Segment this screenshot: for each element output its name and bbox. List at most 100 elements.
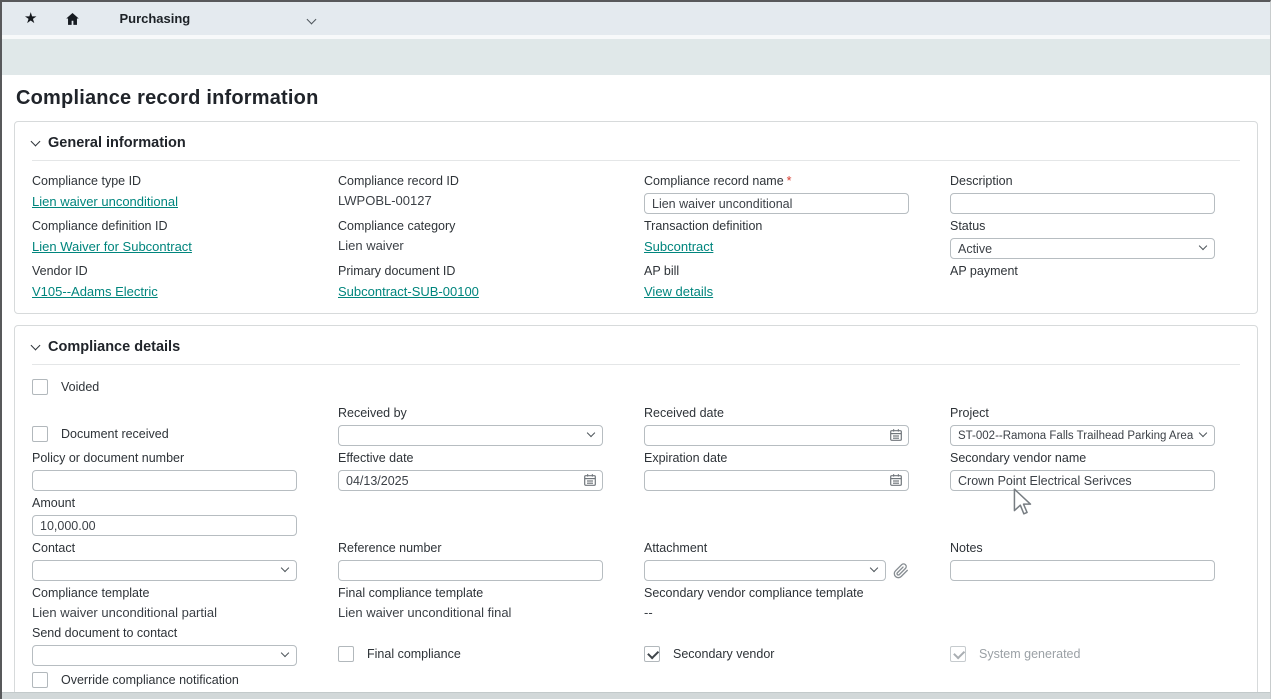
secondary-vendor-checkbox[interactable] xyxy=(644,646,660,662)
secondary-vendor-checkbox-item[interactable]: Secondary vendor xyxy=(644,626,909,662)
calendar-icon[interactable] xyxy=(583,473,597,492)
field-reference-number: Reference number xyxy=(338,541,603,581)
field-amount: Amount xyxy=(32,496,297,536)
general-information-header[interactable]: General information xyxy=(32,130,1240,161)
field-vendor-id: Vendor ID V105--Adams Electric xyxy=(32,264,297,301)
field-label: Reference number xyxy=(338,541,603,556)
field-label: Compliance record ID xyxy=(338,174,603,189)
description-input[interactable] xyxy=(950,193,1215,214)
field-label: Compliance template xyxy=(32,586,297,601)
section-title: General information xyxy=(48,135,186,151)
notes-input[interactable] xyxy=(950,560,1215,581)
voided-checkbox-item[interactable]: Voided xyxy=(32,378,297,395)
field-ap-bill: AP bill View details xyxy=(644,264,909,301)
field-received-date: Received date xyxy=(644,406,909,446)
details-row-templates: Compliance template Lien waiver uncondit… xyxy=(32,586,1240,621)
checkbox-label: Voided xyxy=(61,380,99,394)
favorite-star-icon[interactable]: ★ xyxy=(24,11,37,26)
voided-checkbox[interactable] xyxy=(32,379,48,395)
paperclip-icon[interactable] xyxy=(893,563,909,579)
compliance-type-id-link[interactable]: Lien waiver unconditional xyxy=(32,194,178,210)
compliance-record-name-input[interactable] xyxy=(644,193,909,214)
compliance-details-header[interactable]: Compliance details xyxy=(32,334,1240,365)
field-label: Vendor ID xyxy=(32,264,297,279)
module-menu[interactable]: Purchasing xyxy=(119,11,190,26)
section-title: Compliance details xyxy=(48,339,180,355)
page-title: Compliance record information xyxy=(16,87,1270,110)
contact-select[interactable] xyxy=(32,560,297,581)
effective-date-input[interactable] xyxy=(338,470,603,491)
field-label: Expiration date xyxy=(644,451,909,466)
compliance-details-panel: Compliance details Voided Document recei… xyxy=(14,325,1258,699)
status-select[interactable]: Active xyxy=(950,238,1215,259)
document-received-checkbox-item[interactable]: Document received xyxy=(32,406,297,442)
field-attachment: Attachment xyxy=(644,541,909,581)
field-label: Notes xyxy=(950,541,1215,556)
field-compliance-type-id: Compliance type ID Lien waiver unconditi… xyxy=(32,174,297,214)
field-compliance-template: Compliance template Lien waiver uncondit… xyxy=(32,586,297,621)
field-label: Contact xyxy=(32,541,297,556)
final-compliance-checkbox-item[interactable]: Final compliance xyxy=(338,626,603,662)
secondary-vendor-name-input[interactable] xyxy=(950,470,1215,491)
horizontal-scrollbar[interactable] xyxy=(2,692,1270,699)
primary-document-id-link[interactable]: Subcontract-SUB-00100 xyxy=(338,284,479,300)
field-policy-or-document-number: Policy or document number xyxy=(32,451,297,491)
field-secondary-vendor-compliance-template: Secondary vendor compliance template -- xyxy=(644,586,909,621)
override-compliance-notification-checkbox-item[interactable]: Override compliance notification xyxy=(32,671,297,688)
final-compliance-checkbox[interactable] xyxy=(338,646,354,662)
field-compliance-definition-id: Compliance definition ID Lien Waiver for… xyxy=(32,219,297,259)
field-contact: Contact xyxy=(32,541,297,581)
field-label: Send document to contact xyxy=(32,626,297,641)
general-row-3: Vendor ID V105--Adams Electric Primary d… xyxy=(32,264,1240,301)
general-row-2: Compliance definition ID Lien Waiver for… xyxy=(32,219,1240,259)
checkbox-label: Override compliance notification xyxy=(61,673,239,687)
field-label: Compliance record name* xyxy=(644,174,909,189)
module-menu-chevron-down-icon[interactable] xyxy=(308,10,315,28)
vendor-id-link[interactable]: V105--Adams Electric xyxy=(32,284,158,300)
compliance-record-id-value: LWPOBL-00127 xyxy=(338,193,603,209)
chevron-down-icon xyxy=(870,564,878,572)
received-date-input[interactable] xyxy=(644,425,909,446)
compliance-details-body: Voided Document received Received by xyxy=(32,365,1240,688)
calendar-icon[interactable] xyxy=(889,428,903,447)
policy-or-document-number-input[interactable] xyxy=(32,470,297,491)
details-row-amount: Amount xyxy=(32,496,1240,536)
field-label: Description xyxy=(950,174,1215,189)
field-label: Amount xyxy=(32,496,297,511)
app-window: ★ Purchasing Compliance record informati… xyxy=(0,0,1271,699)
field-label: Final compliance template xyxy=(338,586,603,601)
transaction-definition-link[interactable]: Subcontract xyxy=(644,239,713,255)
field-label: AP payment xyxy=(950,264,1215,279)
home-icon[interactable] xyxy=(64,11,81,27)
field-label: Secondary vendor compliance template xyxy=(644,586,909,601)
send-document-to-contact-select[interactable] xyxy=(32,645,297,666)
status-selected-value: Active xyxy=(958,242,1194,256)
chevron-down-icon xyxy=(31,136,41,146)
checkbox-label: Secondary vendor xyxy=(673,647,774,661)
chevron-down-icon xyxy=(281,564,289,572)
field-label: Project xyxy=(950,406,1215,421)
field-label: Policy or document number xyxy=(32,451,297,466)
compliance-category-value: Lien waiver xyxy=(338,238,603,254)
calendar-icon[interactable] xyxy=(889,473,903,492)
field-label: AP bill xyxy=(644,264,909,279)
project-select[interactable]: ST-002--Ramona Falls Trailhead Parking A… xyxy=(950,425,1215,446)
field-description: Description xyxy=(950,174,1215,214)
field-label: Primary document ID xyxy=(338,264,603,279)
ap-bill-view-details-link[interactable]: View details xyxy=(644,284,713,300)
compliance-definition-id-link[interactable]: Lien Waiver for Subcontract xyxy=(32,239,192,255)
details-row-voided: Voided xyxy=(32,378,1240,395)
reference-number-input[interactable] xyxy=(338,560,603,581)
field-compliance-record-name: Compliance record name* xyxy=(644,174,909,214)
received-by-select[interactable] xyxy=(338,425,603,446)
top-nav-bar: ★ Purchasing xyxy=(2,2,1270,35)
general-row-1: Compliance type ID Lien waiver unconditi… xyxy=(32,174,1240,214)
field-expiration-date: Expiration date xyxy=(644,451,909,491)
override-compliance-notification-checkbox[interactable] xyxy=(32,672,48,688)
expiration-date-input[interactable] xyxy=(644,470,909,491)
checkbox-label: System generated xyxy=(979,647,1080,661)
field-send-document-to-contact: Send document to contact xyxy=(32,626,297,666)
attachment-select[interactable] xyxy=(644,560,886,581)
document-received-checkbox[interactable] xyxy=(32,426,48,442)
amount-input[interactable] xyxy=(32,515,297,536)
